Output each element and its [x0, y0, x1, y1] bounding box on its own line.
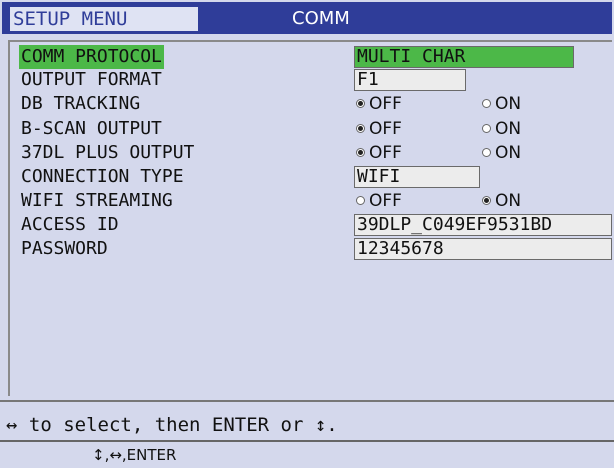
divider: [0, 400, 614, 402]
setting-row-wifi-streaming[interactable]: WIFI STREAMING OFF ON: [10, 189, 612, 215]
radio-dot-icon: [482, 99, 491, 108]
help-text: ↔ to select, then ENTER or ↕.: [6, 414, 338, 436]
bscan-output-on-radio[interactable]: ON: [482, 117, 521, 141]
connection-type-field[interactable]: WIFI: [354, 166, 480, 188]
settings-panel: COMM PROTOCOL MULTI CHAR OUTPUT FORMAT F…: [8, 40, 612, 396]
setting-row-password[interactable]: PASSWORD 12345678: [10, 237, 612, 263]
key-hint: ↕,↔,ENTER: [92, 446, 177, 464]
key-hint-bar: ↕,↔,ENTER: [0, 440, 614, 468]
password-field[interactable]: 12345678: [354, 238, 612, 260]
wifi-streaming-on-radio[interactable]: ON: [482, 189, 521, 213]
bscan-output-off-radio[interactable]: OFF: [356, 117, 402, 141]
screen-title: COMM: [292, 8, 350, 29]
setup-menu-tab[interactable]: SETUP MENU: [10, 7, 198, 31]
setting-label: 37DL PLUS OUTPUT: [21, 142, 195, 163]
radio-dot-icon: [356, 148, 365, 157]
db-tracking-off-radio[interactable]: OFF: [356, 92, 402, 116]
comm-protocol-field[interactable]: MULTI CHAR: [354, 46, 574, 68]
access-id-field[interactable]: 39DLP_C049EF9531BD: [354, 214, 612, 236]
37dl-output-on-radio[interactable]: ON: [482, 141, 521, 165]
37dl-output-off-radio[interactable]: OFF: [356, 141, 402, 165]
setting-row-db-tracking[interactable]: DB TRACKING OFF ON: [10, 92, 612, 118]
setting-row-output-format[interactable]: OUTPUT FORMAT F1: [10, 68, 612, 94]
radio-dot-icon: [356, 124, 365, 133]
setting-label: COMM PROTOCOL: [19, 45, 164, 69]
setting-label: OUTPUT FORMAT: [21, 69, 162, 90]
output-format-field[interactable]: F1: [354, 69, 466, 91]
title-bar: SETUP MENU COMM: [2, 2, 612, 34]
setting-label: WIFI STREAMING: [21, 190, 173, 211]
setting-row-37dl-plus-output[interactable]: 37DL PLUS OUTPUT OFF ON: [10, 141, 612, 167]
setting-label: PASSWORD: [21, 238, 108, 259]
setting-row-access-id[interactable]: ACCESS ID 39DLP_C049EF9531BD: [10, 213, 612, 239]
radio-dot-icon: [356, 99, 365, 108]
device-screen: SETUP MENU COMM COMM PROTOCOL MULTI CHAR…: [0, 0, 614, 468]
wifi-streaming-off-radio[interactable]: OFF: [356, 189, 402, 213]
setting-label: ACCESS ID: [21, 214, 119, 235]
radio-dot-icon: [482, 124, 491, 133]
setting-row-bscan-output[interactable]: B-SCAN OUTPUT OFF ON: [10, 117, 612, 143]
setting-label: B-SCAN OUTPUT: [21, 118, 162, 139]
radio-dot-icon: [482, 148, 491, 157]
setting-label: CONNECTION TYPE: [21, 166, 184, 187]
radio-dot-icon: [356, 196, 365, 205]
setting-label: DB TRACKING: [21, 93, 141, 114]
setting-row-connection-type[interactable]: CONNECTION TYPE WIFI: [10, 165, 612, 191]
radio-dot-icon: [482, 196, 491, 205]
db-tracking-on-radio[interactable]: ON: [482, 92, 521, 116]
